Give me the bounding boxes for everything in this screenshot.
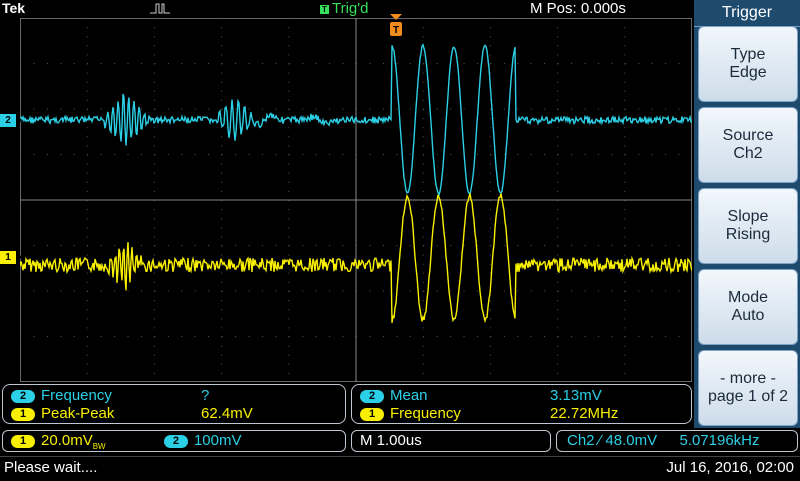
trigger-side-menu: Trigger Type Edge Source Ch2 Slope Risin… — [694, 0, 800, 428]
top-status-bar: Tek T Trig'd M Pos: 0.000s — [0, 0, 694, 18]
channel-badge: 2 — [360, 390, 384, 403]
source-button-label: Source — [722, 127, 774, 144]
mode-button-label: Mode — [727, 289, 769, 306]
ch1-scale: 20.0mV — [41, 432, 93, 449]
ch1-badge: 1 — [11, 435, 35, 448]
ch1-waveform — [20, 193, 692, 324]
acquisition-icon — [150, 3, 170, 14]
timebase-readout[interactable]: M 1.00us — [351, 430, 551, 452]
settings-bar: 1 20.0mVBW 2 100mV M 1.00us Ch2 ∕ 48.0mV 5… — [0, 430, 800, 454]
ch1-marker-label: 1 — [5, 252, 11, 263]
mode-button[interactable]: Mode Auto — [698, 269, 798, 345]
trigger-status: T Trig'd — [320, 0, 368, 17]
type-button-label: Type — [730, 46, 766, 63]
measurement-value: 22.72MHz — [550, 405, 619, 422]
trigger-status-text: Trig'd — [332, 0, 369, 17]
measurement-value: 62.4mV — [201, 405, 253, 422]
source-button-value: Ch2 — [733, 145, 763, 162]
measurement-row: 1 Frequency 22.72MHz — [360, 405, 618, 423]
ch1-offset-marker[interactable]: 1 — [0, 251, 22, 264]
date-time: Jul 16, 2016, 02:00 — [666, 459, 794, 476]
ch2-marker-label: 2 — [5, 115, 11, 126]
measurement-label: Mean — [390, 387, 428, 404]
measurement-row: 1 Peak-Peak 62.4mV — [11, 405, 253, 423]
message-bar: Please wait.... Jul 16, 2016, 02:00 — [0, 456, 800, 481]
horizontal-position: M Pos: 0.000s — [530, 0, 626, 17]
measurement-value: 3.13mV — [550, 387, 602, 404]
slope-button-value: Rising — [725, 226, 771, 243]
trigger-position-label: T — [393, 25, 399, 36]
measurement-label: Frequency — [390, 405, 461, 422]
trigger-source: Ch2 — [567, 432, 595, 449]
trigger-slope-icon: ∕ — [598, 432, 602, 449]
type-button-value: Edge — [729, 64, 767, 81]
ch2-offset-marker[interactable]: 2 — [0, 114, 22, 127]
channel-badge: 1 — [360, 408, 384, 421]
timebase-value: M 1.00us — [360, 432, 422, 449]
more-button-label: - more - — [720, 370, 776, 387]
trigger-level: 48.0mV — [605, 432, 658, 449]
trigger-status-icon: T — [320, 5, 329, 14]
trigger-frequency: 5.07196kHz — [679, 432, 760, 449]
mode-button-value: Auto — [731, 307, 765, 324]
type-button[interactable]: Type Edge — [698, 26, 798, 102]
ch2-waveform — [20, 43, 692, 197]
measurement-panel-right[interactable]: 2 Mean 3.13mV 1 Frequency 22.72MHz — [351, 384, 692, 424]
more-button[interactable]: - more - page 1 of 2 — [698, 350, 798, 426]
status-message: Please wait.... — [4, 459, 98, 476]
vertical-scale-readout[interactable]: 1 20.0mVBW 2 100mV — [2, 430, 346, 452]
measurement-label: Frequency — [41, 387, 112, 404]
source-button[interactable]: Source Ch2 — [698, 107, 798, 183]
measurement-value: ? — [201, 387, 210, 404]
waveform-display[interactable] — [20, 18, 692, 382]
channel-badge: 1 — [11, 408, 35, 421]
measurement-row: 2 Frequency? — [11, 387, 209, 405]
slope-button-label: Slope — [727, 208, 769, 225]
measurement-row: 2 Mean 3.13mV — [360, 387, 602, 405]
ch2-badge: 2 — [163, 435, 188, 448]
more-button-page: page 1 of 2 — [707, 388, 789, 405]
measurement-label: Peak-Peak — [41, 405, 115, 422]
ch1-bandwidth-limit: BW — [92, 442, 106, 451]
ch2-scale: 100mV — [193, 432, 242, 449]
waveforms — [20, 43, 692, 324]
brand-logo: Tek — [2, 0, 26, 16]
slope-button[interactable]: Slope Rising — [698, 188, 798, 264]
trigger-readout[interactable]: Ch2 ∕ 48.0mV 5.07196kHz — [556, 430, 798, 452]
channel-badge: 2 — [11, 390, 35, 403]
trigger-position-icon[interactable]: T — [389, 14, 403, 38]
menu-title: Trigger — [694, 0, 800, 27]
measurement-panel-left[interactable]: 2 Frequency? 1 Peak-Peak 62.4mV — [2, 384, 346, 424]
